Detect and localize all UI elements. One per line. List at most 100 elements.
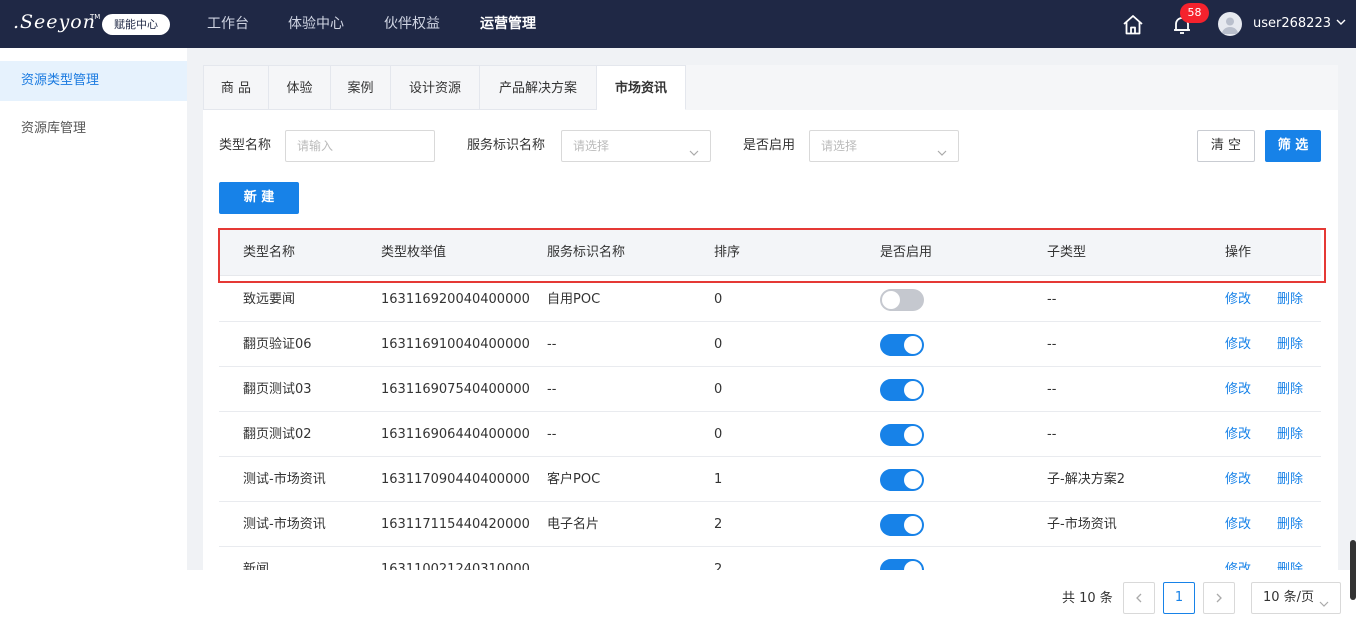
column-subtype[interactable]: 子类型 bbox=[1047, 230, 1086, 276]
delete-link[interactable]: 删除 bbox=[1277, 367, 1303, 412]
enabled-select[interactable]: 请选择 bbox=[809, 130, 959, 162]
sidebar: 资源类型管理 资源库管理 bbox=[0, 48, 187, 627]
cell-type-enum: 163116910040400000 bbox=[381, 337, 530, 352]
table-row: 测试-市场资讯 163117090440400000 客户POC 1 子-解决方案2 修改… bbox=[219, 457, 1321, 502]
enabled-toggle[interactable] bbox=[880, 514, 924, 536]
toggle-knob bbox=[904, 381, 922, 399]
toggle-knob bbox=[904, 426, 922, 444]
tab-experience[interactable]: 体验 bbox=[269, 65, 331, 110]
edit-link[interactable]: 修改 bbox=[1225, 322, 1251, 367]
table-row: 翻页测试03 163116907540400000 -- 0 -- 修改 删除 bbox=[219, 367, 1321, 412]
delete-link[interactable]: 删除 bbox=[1277, 412, 1303, 457]
cell-service-name: 电子名片 bbox=[547, 517, 600, 532]
type-name-input[interactable]: 请输入 bbox=[285, 130, 435, 162]
column-enabled[interactable]: 是否启用 bbox=[880, 230, 932, 276]
chevron-down-icon[interactable] bbox=[1335, 16, 1347, 28]
page-button-1[interactable]: 1 bbox=[1163, 582, 1195, 614]
enabled-label: 是否启用 bbox=[743, 138, 796, 153]
delete-link[interactable]: 删除 bbox=[1277, 277, 1303, 322]
nav-partner-rights[interactable]: 伙伴权益 bbox=[384, 0, 440, 48]
delete-link[interactable]: 删除 bbox=[1277, 502, 1303, 547]
nav-experience-center[interactable]: 体验中心 bbox=[288, 0, 344, 48]
column-type-name[interactable]: 类型名称 bbox=[243, 230, 295, 276]
top-navigation-bar: .Seeyon TM 赋能中心 工作台 体验中心 伙伴权益 运营管理 58 us… bbox=[0, 0, 1356, 48]
cell-service-name: -- bbox=[547, 337, 557, 352]
delete-link[interactable]: 删除 bbox=[1277, 322, 1303, 367]
cell-type-name: 翻页测试02 bbox=[243, 427, 312, 442]
resource-tabs: 商 品 体验 案例 设计资源 产品解决方案 市场资讯 bbox=[203, 65, 1338, 110]
toggle-knob bbox=[904, 336, 922, 354]
username[interactable]: user268223 bbox=[1253, 0, 1331, 48]
edit-link[interactable]: 修改 bbox=[1225, 367, 1251, 412]
cell-subtype: 子-解决方案2 bbox=[1047, 472, 1125, 487]
toggle-knob bbox=[904, 471, 922, 489]
edit-link[interactable]: 修改 bbox=[1225, 547, 1251, 570]
total-count: 共 10 条 bbox=[1062, 591, 1113, 606]
notification-count-badge: 58 bbox=[1180, 3, 1209, 23]
seeyon-logo[interactable]: .Seeyon bbox=[13, 11, 96, 33]
filter-button[interactable]: 筛 选 bbox=[1265, 130, 1321, 162]
cell-type-enum: 163116907540400000 bbox=[381, 382, 530, 397]
tab-products[interactable]: 商 品 bbox=[203, 65, 269, 110]
cell-order: 0 bbox=[714, 382, 723, 397]
cell-type-enum: 163117090440400000 bbox=[381, 472, 530, 487]
clear-button[interactable]: 清 空 bbox=[1197, 130, 1255, 162]
cell-type-name: 翻页验证06 bbox=[243, 337, 312, 352]
sidebar-item-resource-type-management[interactable]: 资源类型管理 bbox=[0, 61, 187, 101]
sidebar-item-resource-library-management[interactable]: 资源库管理 bbox=[0, 109, 187, 149]
delete-link[interactable]: 删除 bbox=[1277, 457, 1303, 502]
cell-order: 0 bbox=[714, 337, 723, 352]
page-size-select[interactable]: 10 条/页 bbox=[1251, 582, 1341, 614]
enabled-toggle[interactable] bbox=[880, 424, 924, 446]
cell-order: 0 bbox=[714, 427, 723, 442]
page-scrollbar[interactable] bbox=[1350, 540, 1356, 600]
enabled-toggle[interactable] bbox=[880, 559, 924, 570]
cell-order: 2 bbox=[714, 562, 723, 570]
next-page-button[interactable] bbox=[1203, 582, 1235, 614]
tab-product-solutions[interactable]: 产品解决方案 bbox=[480, 65, 597, 110]
tab-cases[interactable]: 案例 bbox=[331, 65, 391, 110]
table-row: 测试-市场资讯 163117115440420000 电子名片 2 子-市场资讯 修改 删除 bbox=[219, 502, 1321, 547]
toggle-knob bbox=[904, 561, 922, 570]
cell-subtype: -- bbox=[1047, 382, 1057, 397]
cell-type-name: 翻页测试03 bbox=[243, 382, 312, 397]
delete-link[interactable]: 删除 bbox=[1277, 547, 1303, 570]
type-name-label: 类型名称 bbox=[219, 138, 272, 153]
cell-type-enum: 163116920040400000 bbox=[381, 292, 530, 307]
prev-page-button[interactable] bbox=[1123, 582, 1155, 614]
edit-link[interactable]: 修改 bbox=[1225, 277, 1251, 322]
chevron-right-icon bbox=[1216, 593, 1222, 603]
tab-design-resources[interactable]: 设计资源 bbox=[391, 65, 480, 110]
cell-service-name: 客户POC bbox=[547, 472, 601, 487]
empowerment-center-badge[interactable]: 赋能中心 bbox=[102, 14, 170, 35]
enabled-toggle[interactable] bbox=[880, 379, 924, 401]
table-row: 翻页验证06 163116910040400000 -- 0 -- 修改 删除 bbox=[219, 322, 1321, 367]
edit-link[interactable]: 修改 bbox=[1225, 457, 1251, 502]
column-type-enum[interactable]: 类型枚举值 bbox=[381, 230, 446, 276]
cell-service-name: -- bbox=[547, 427, 557, 442]
enabled-toggle[interactable] bbox=[880, 469, 924, 491]
chevron-down-icon bbox=[936, 140, 948, 156]
table-row: 致远要闻 163116920040400000 自用POC 0 -- 修改 删除 bbox=[219, 277, 1321, 322]
nav-workbench[interactable]: 工作台 bbox=[207, 0, 249, 48]
pagination-bar: 共 10 条 1 10 条/页 bbox=[187, 570, 1356, 627]
enabled-toggle[interactable] bbox=[880, 289, 924, 311]
new-button[interactable]: 新 建 bbox=[219, 182, 299, 214]
cell-type-name: 测试-市场资讯 bbox=[243, 472, 326, 487]
nav-operations-management[interactable]: 运营管理 bbox=[480, 0, 536, 48]
cell-type-name: 致远要闻 bbox=[243, 292, 296, 307]
tab-market-news[interactable]: 市场资讯 bbox=[597, 65, 686, 110]
toggle-knob bbox=[882, 291, 900, 309]
service-name-label: 服务标识名称 bbox=[467, 138, 546, 153]
edit-link[interactable]: 修改 bbox=[1225, 502, 1251, 547]
avatar[interactable] bbox=[1218, 12, 1242, 36]
service-name-placeholder: 请选择 bbox=[573, 139, 610, 153]
enabled-toggle[interactable] bbox=[880, 334, 924, 356]
cell-order: 2 bbox=[714, 517, 723, 532]
column-service-name[interactable]: 服务标识名称 bbox=[547, 230, 625, 276]
column-order[interactable]: 排序 bbox=[714, 230, 740, 276]
service-name-select[interactable]: 请选择 bbox=[561, 130, 711, 162]
edit-link[interactable]: 修改 bbox=[1225, 412, 1251, 457]
cell-type-name: 新闻 bbox=[243, 562, 270, 570]
home-icon[interactable] bbox=[1121, 13, 1145, 37]
